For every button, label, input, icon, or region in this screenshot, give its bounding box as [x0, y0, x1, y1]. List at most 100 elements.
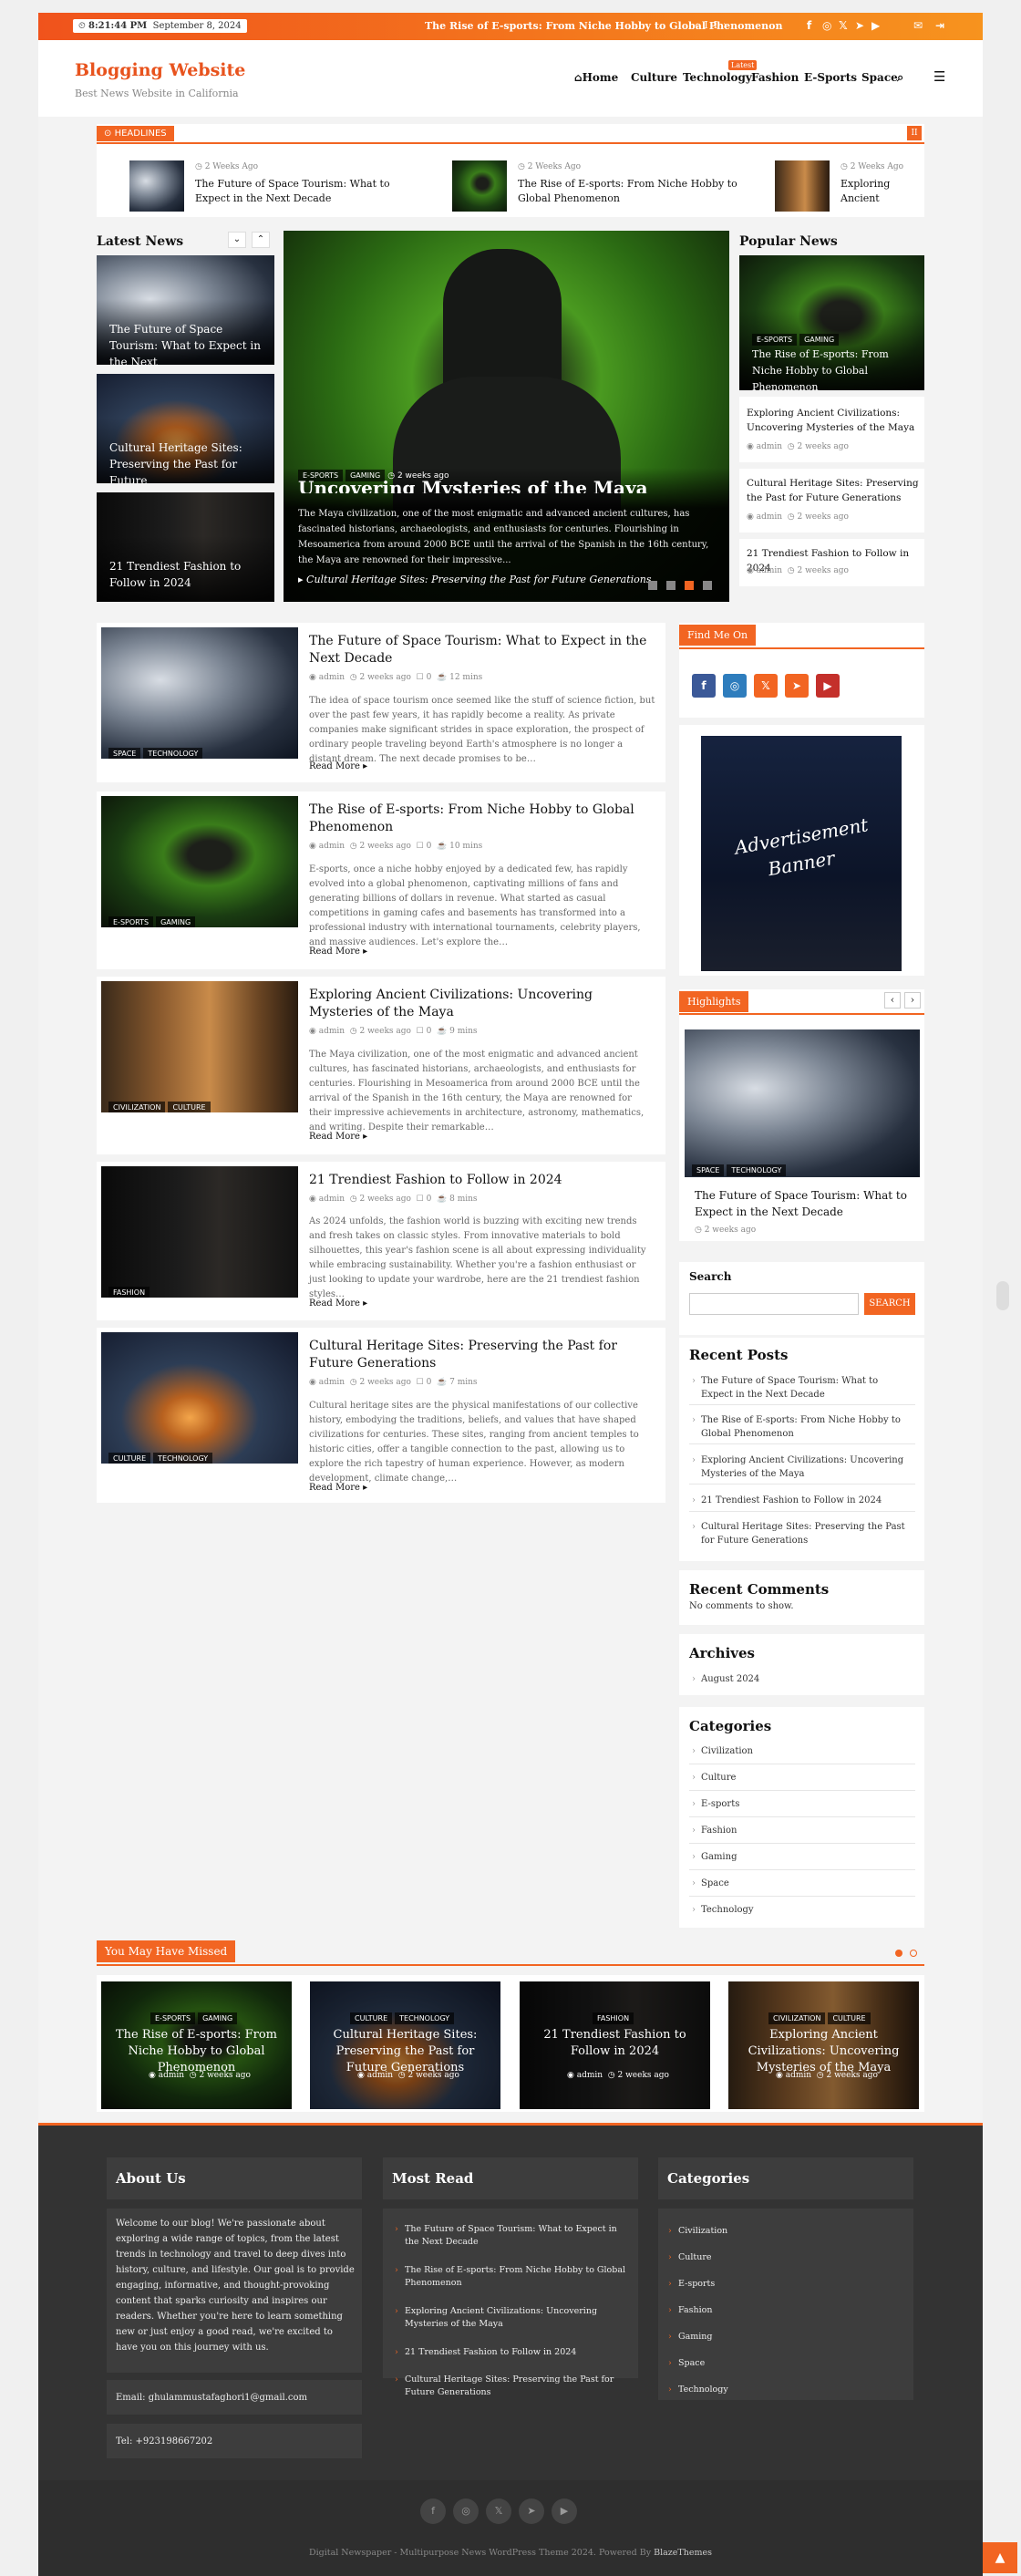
- facebook-icon[interactable]: f: [692, 674, 716, 698]
- missed-card[interactable]: CULTURE TECHNOLOGY Cultural Heritage Site…: [310, 1981, 500, 2109]
- tag-culture[interactable]: CULTURE: [350, 2012, 393, 2024]
- search-button[interactable]: SEARCH: [864, 1293, 915, 1315]
- pause-icon[interactable]: II: [907, 126, 922, 140]
- post-thumb[interactable]: E-SPORTS GAMING: [101, 796, 298, 927]
- category-link[interactable]: Gaming: [692, 1850, 737, 1864]
- x-icon[interactable]: 𝕏: [754, 674, 778, 698]
- tag-fashion[interactable]: FASHION: [108, 1287, 150, 1298]
- telegram-icon[interactable]: ➤: [785, 674, 809, 698]
- tag-gaming[interactable]: GAMING: [799, 334, 840, 346]
- tag-space[interactable]: SPACE: [692, 1164, 725, 1176]
- latest-news-card[interactable]: Cultural Heritage Sites: Preserving the …: [97, 374, 274, 483]
- footer-category-link[interactable]: Fashion: [668, 2304, 713, 2317]
- tag-technology[interactable]: TECHNOLOGY: [395, 2012, 455, 2024]
- headline-title[interactable]: Exploring Ancient Civilizations: Uncover…: [841, 177, 924, 208]
- tag-civilization[interactable]: CIVILIZATION: [108, 1102, 166, 1112]
- post-thumb[interactable]: CULTURE TECHNOLOGY: [101, 1332, 298, 1464]
- missed-card[interactable]: CIVILIZATION CULTURE Exploring Ancient Ci…: [728, 1981, 919, 2109]
- category-link[interactable]: Fashion: [692, 1824, 737, 1837]
- most-read-link[interactable]: The Rise of E-sports: From Niche Hobby t…: [395, 2264, 629, 2290]
- chevron-up-icon[interactable]: ⌃: [252, 232, 270, 248]
- missed-card[interactable]: FASHION 21 Trendiest Fashion to Follow i…: [520, 1981, 710, 2109]
- archive-link[interactable]: August 2024: [692, 1672, 759, 1686]
- recent-post-link[interactable]: The Rise of E-sports: From Niche Hobby t…: [692, 1413, 913, 1441]
- scroll-top-button[interactable]: ▲: [983, 2542, 1017, 2573]
- category-link[interactable]: Technology: [692, 1903, 754, 1917]
- tag-civilization[interactable]: CIVILIZATION: [768, 2012, 826, 2024]
- ticker-prev-button[interactable]: ‹: [695, 19, 704, 31]
- footer-category-link[interactable]: Space: [668, 2357, 705, 2370]
- chevron-left-icon[interactable]: ‹: [884, 992, 901, 1009]
- tag-gaming[interactable]: GAMING: [156, 916, 196, 927]
- x-icon[interactable]: 𝕏: [486, 2498, 511, 2524]
- menu-icon[interactable]: ☰: [933, 68, 945, 85]
- most-read-link[interactable]: Exploring Ancient Civilizations: Uncover…: [395, 2305, 629, 2331]
- category-link[interactable]: Civilization: [692, 1744, 753, 1758]
- popular-featured-title[interactable]: The Rise of E-sports: From Niche Hobby t…: [752, 347, 916, 390]
- popular-item-title[interactable]: Cultural Heritage Sites: Preserving the …: [747, 476, 920, 505]
- ticker-next-button[interactable]: ›: [723, 19, 732, 31]
- tag-fashion[interactable]: FASHION: [593, 2012, 634, 2024]
- tag-technology[interactable]: TECHNOLOGY: [143, 748, 203, 759]
- post-title[interactable]: Exploring Ancient Civilizations: Uncover…: [309, 987, 655, 1021]
- tag-esports[interactable]: E-SPORTS: [108, 916, 154, 927]
- category-link[interactable]: Space: [692, 1877, 729, 1890]
- post-title[interactable]: 21 Trendiest Fashion to Follow in 2024: [309, 1172, 655, 1189]
- post-thumb[interactable]: FASHION: [101, 1166, 298, 1298]
- youtube-icon[interactable]: ▶: [552, 2498, 577, 2524]
- category-link[interactable]: Culture: [692, 1771, 737, 1785]
- scroll-handle[interactable]: [996, 1281, 1009, 1310]
- latest-news-title-text[interactable]: The Future of Space Tourism: What to Exp…: [109, 321, 264, 365]
- slider-caption[interactable]: ▸ Cultural Heritage Sites: Preserving th…: [298, 574, 652, 585]
- recent-post-link[interactable]: Exploring Ancient Civilizations: Uncover…: [692, 1454, 913, 1481]
- tag-esports[interactable]: E-SPORTS: [752, 334, 798, 346]
- footer-category-link[interactable]: Technology: [668, 2384, 728, 2396]
- most-read-link[interactable]: The Future of Space Tourism: What to Exp…: [395, 2223, 629, 2249]
- tag-space[interactable]: SPACE: [108, 748, 141, 759]
- slider-dot[interactable]: [703, 581, 712, 590]
- footer-category-link[interactable]: Gaming: [668, 2331, 712, 2343]
- slider-dot[interactable]: [666, 581, 676, 590]
- latest-news-title-text[interactable]: 21 Trendiest Fashion to Follow in 2024: [109, 558, 264, 591]
- popular-featured-card[interactable]: E-SPORTS GAMING The Rise of E-sports: Fro…: [739, 255, 924, 390]
- facebook-icon[interactable]: f: [420, 2498, 446, 2524]
- instagram-icon[interactable]: ◎: [723, 674, 747, 698]
- search-icon[interactable]: ⌕: [897, 71, 903, 85]
- post-thumb[interactable]: CIVILIZATION CULTURE: [101, 981, 298, 1112]
- latest-news-title-text[interactable]: Cultural Heritage Sites: Preserving the …: [109, 440, 264, 483]
- footer-category-link[interactable]: E-sports: [668, 2278, 715, 2291]
- latest-news-card[interactable]: The Future of Space Tourism: What to Exp…: [97, 255, 274, 365]
- post-title[interactable]: The Rise of E-sports: From Niche Hobby t…: [309, 802, 655, 836]
- copyright-link[interactable]: BlazeThemes: [654, 2548, 712, 2558]
- recent-post-link[interactable]: Cultural Heritage Sites: Preserving the …: [692, 1520, 913, 1547]
- nav-fashion[interactable]: Fashion: [751, 71, 799, 84]
- instagram-icon[interactable]: ◎: [822, 19, 831, 32]
- read-more-link[interactable]: Read More ▸: [309, 1298, 367, 1309]
- facebook-icon[interactable]: f: [807, 19, 811, 32]
- mail-icon[interactable]: ✉: [913, 19, 923, 32]
- main-slider[interactable]: E-SPORTS GAMING ◷ 2 weeks ago Uncovering M…: [284, 231, 729, 602]
- post-title[interactable]: The Future of Space Tourism: What to Exp…: [309, 633, 655, 667]
- missed-card-title[interactable]: Cultural Heritage Sites: Preserving the …: [317, 2027, 493, 2076]
- tag-gaming[interactable]: GAMING: [198, 2012, 238, 2024]
- search-input[interactable]: [689, 1293, 859, 1315]
- carousel-dot-active[interactable]: [895, 1950, 902, 1957]
- instagram-icon[interactable]: ◎: [453, 2498, 479, 2524]
- read-more-link[interactable]: Read More ▸: [309, 761, 367, 771]
- headline-thumb[interactable]: [452, 160, 507, 212]
- recent-post-link[interactable]: The Future of Space Tourism: What to Exp…: [692, 1374, 913, 1402]
- chevron-down-icon[interactable]: ⌄: [228, 232, 246, 248]
- headline-title[interactable]: The Rise of E-sports: From Niche Hobby t…: [518, 177, 746, 206]
- recent-post-link[interactable]: 21 Trendiest Fashion to Follow in 2024: [692, 1494, 913, 1507]
- chevron-right-icon[interactable]: ›: [904, 992, 921, 1009]
- tag-culture[interactable]: CULTURE: [108, 1453, 151, 1464]
- missed-card-title[interactable]: 21 Trendiest Fashion to Follow in 2024: [527, 2027, 703, 2060]
- footer-tel[interactable]: Tel: +923198667202: [116, 2434, 212, 2449]
- slider-dot-active[interactable]: [685, 581, 694, 590]
- footer-email[interactable]: Email: ghulammustafaghori1@gmail.com: [116, 2390, 307, 2405]
- login-icon[interactable]: ⇥: [935, 19, 944, 32]
- x-icon[interactable]: 𝕏: [839, 19, 848, 32]
- highlight-title[interactable]: The Future of Space Tourism: What to Exp…: [695, 1187, 913, 1220]
- headline-thumb[interactable]: [775, 160, 830, 212]
- most-read-link[interactable]: Cultural Heritage Sites: Preserving the …: [395, 2374, 629, 2399]
